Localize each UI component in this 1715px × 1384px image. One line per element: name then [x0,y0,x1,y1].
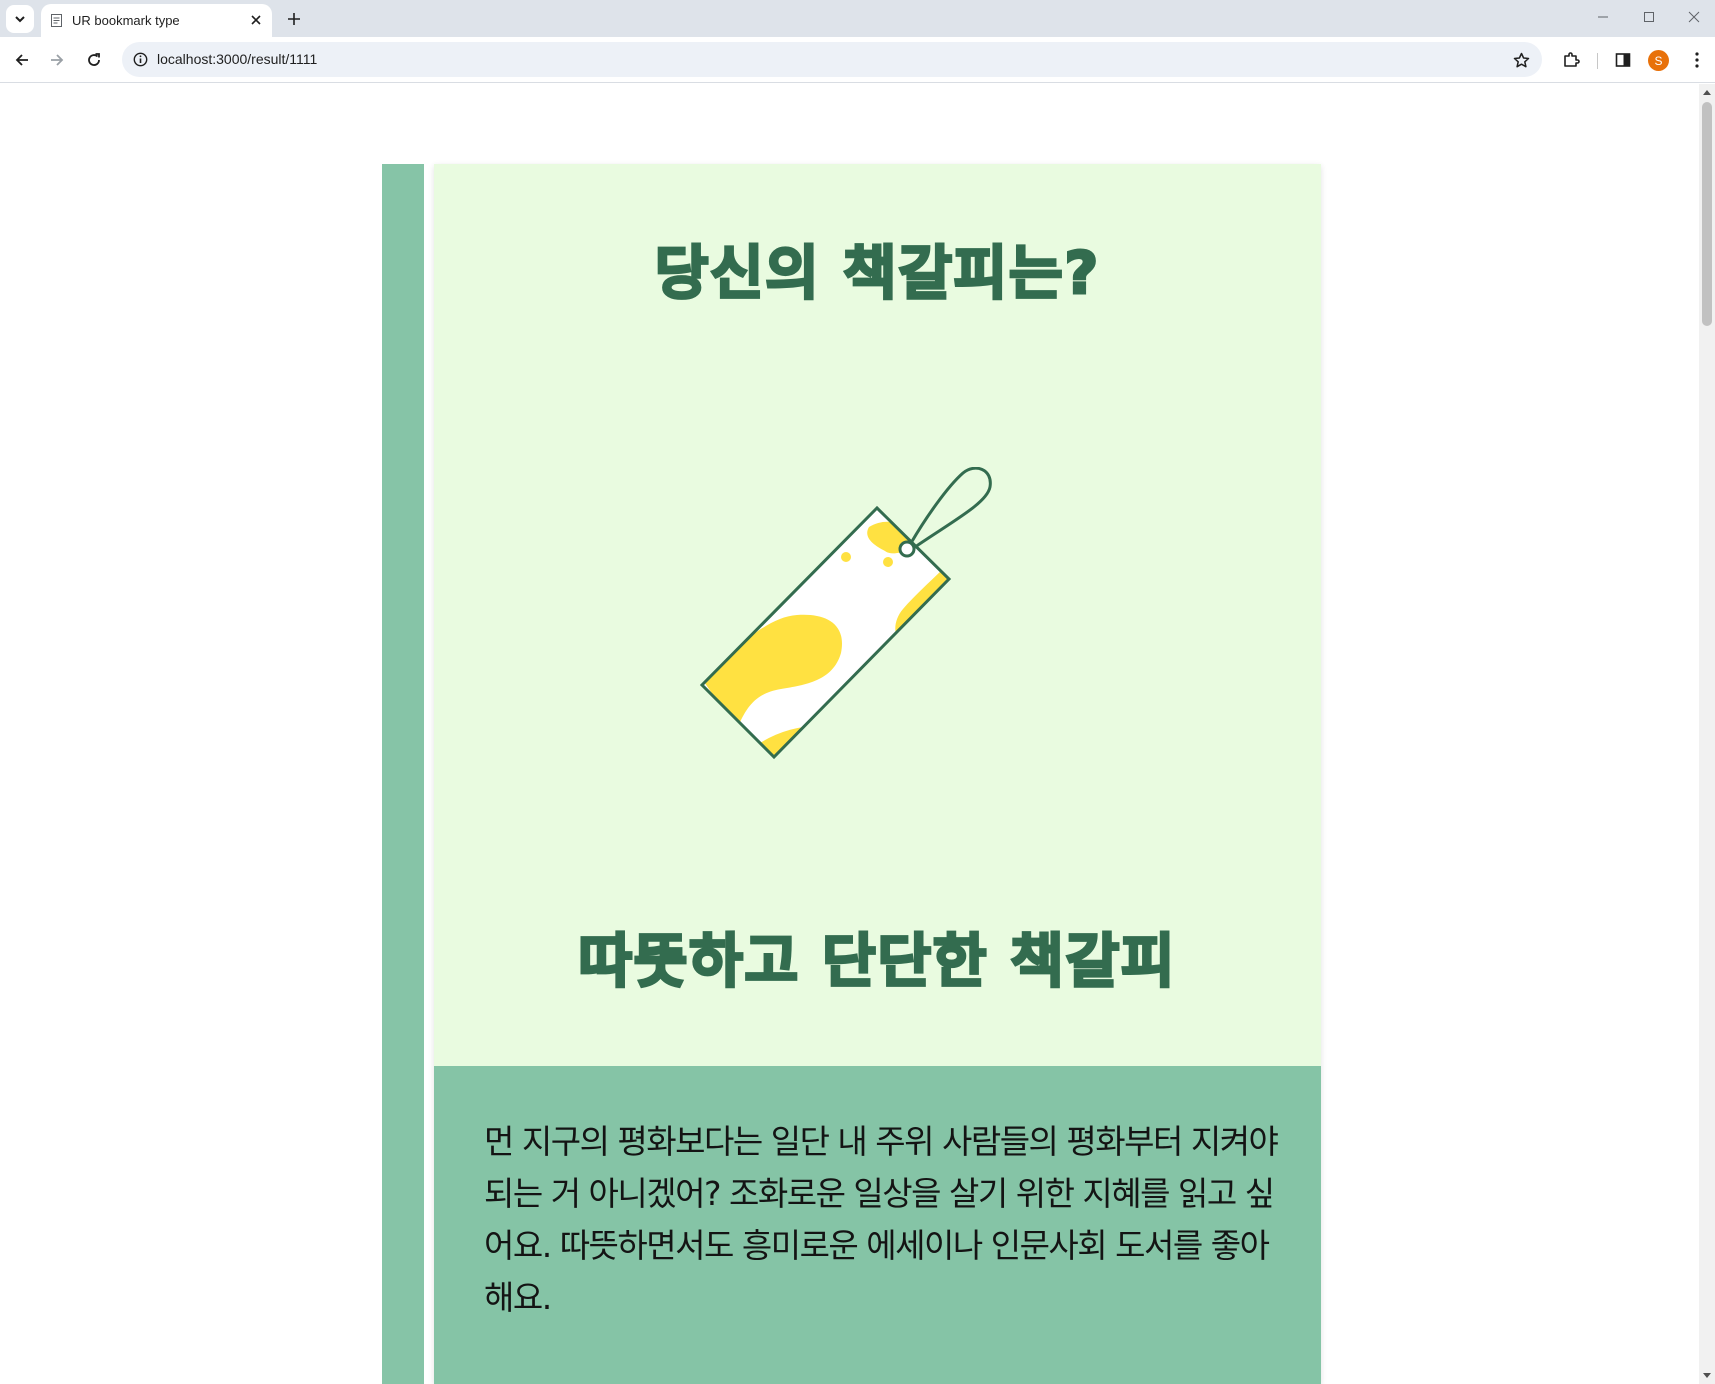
minimize-icon [1598,16,1608,17]
star-icon [1513,52,1529,67]
reload-icon [88,53,100,66]
bookmark-tag-illustration [699,467,992,760]
url-text[interactable]: localhost:3000/result/1111 [157,51,317,67]
scroll-up-button[interactable] [1699,84,1715,100]
vertical-scrollbar[interactable] [1699,84,1715,1384]
result-description: 먼 지구의 평화보다는 일단 내 주위 사람들의 평화부터 지켜야 되는 거 아… [484,1122,1279,1317]
back-button[interactable] [7,45,37,75]
close-icon [251,15,261,25]
info-icon [133,52,148,67]
reload-button[interactable] [79,45,109,75]
extensions-button[interactable] [1556,45,1586,75]
side-panel-icon [1615,53,1631,67]
result-type-name: 따뜻하고 단단한 책갈피 [577,926,1177,997]
active-tab[interactable]: UR bookmark type [41,4,272,37]
puzzle-icon [1564,52,1580,67]
page-title: 당신의 책갈피는? [653,238,1101,309]
description-panel: 먼 지구의 평화보다는 일단 내 주위 사람들의 평화부터 지켜야 되는 거 아… [434,1066,1321,1384]
book-spine [382,164,424,1384]
forward-button[interactable] [42,45,72,75]
browser-menu-button[interactable] [1682,45,1712,75]
maximize-icon [1644,11,1654,22]
page-viewport: 당신의 책갈피는? 따뜻하고 단단한 책갈피 먼 지구의 평화보다는 일단 내 … [0,84,1699,1384]
new-tab-button[interactable] [281,6,307,32]
triangle-up-icon [1703,90,1711,95]
scrollbar-thumb[interactable] [1702,102,1712,326]
result-card: 당신의 책갈피는? 따뜻하고 단단한 책갈피 먼 지구의 평화보다는 일단 내 … [434,164,1321,1384]
profile-avatar[interactable]: S [1648,50,1669,71]
bookmark-star-button[interactable] [1509,48,1533,72]
chevron-down-icon [15,16,25,23]
address-bar[interactable]: localhost:3000/result/1111 [122,42,1542,77]
toolbar-separator [1597,53,1598,69]
close-window-button[interactable] [1672,0,1715,33]
scroll-down-button[interactable] [1699,1368,1715,1384]
triangle-down-icon [1703,1373,1711,1378]
browser-tab-strip: UR bookmark type [0,0,1715,37]
arrow-left-icon [15,54,28,66]
side-panel-button[interactable] [1608,45,1638,75]
document-icon [51,14,62,27]
plus-icon [288,13,300,25]
tab-title: UR bookmark type [72,13,180,28]
minimize-button[interactable] [1580,0,1626,33]
close-icon [1688,11,1699,22]
maximize-button[interactable] [1626,0,1672,33]
tab-search-button[interactable] [6,5,34,33]
site-info-button[interactable] [130,49,151,70]
tab-close-button[interactable] [247,11,265,29]
browser-toolbar: localhost:3000/result/1111 S [0,37,1715,83]
more-vertical-icon [1695,52,1699,68]
arrow-right-icon [51,54,64,66]
